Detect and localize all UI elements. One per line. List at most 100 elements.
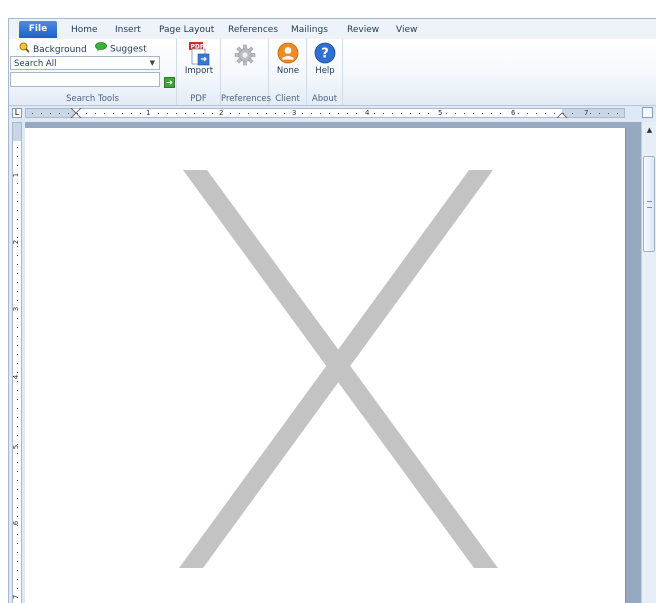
ruler-tick: [17, 453, 18, 454]
ruler-tick: [17, 255, 18, 256]
suggest-button[interactable]: Suggest: [95, 42, 147, 55]
vertical-ruler[interactable]: 1 2 3 4 5 6 7: [12, 122, 22, 603]
scroll-up-icon[interactable]: ▲: [642, 124, 656, 136]
ruler-tick: [374, 113, 375, 114]
ruler-tick: [59, 113, 60, 114]
ruler-tick: [401, 113, 402, 114]
tab-page-layout[interactable]: Page Layout: [159, 23, 214, 37]
import-label: Import: [184, 66, 214, 76]
ribbon-tab-bar: File Home Insert Page Layout References …: [9, 19, 656, 39]
ruler-tick: [302, 113, 303, 114]
chevron-down-icon[interactable]: ▼: [150, 56, 155, 70]
ruler-tick: [545, 113, 546, 114]
preferences-button[interactable]: [232, 44, 258, 66]
ruler-tick: [17, 201, 18, 202]
ruler-tick: [392, 113, 393, 114]
document-area: [25, 122, 641, 603]
ruler-tick: [203, 113, 204, 114]
ruler-tick: [122, 113, 123, 114]
ruler-tick: [518, 113, 519, 114]
ruler-tick: [320, 113, 321, 114]
group-label-client: Client: [275, 94, 300, 104]
indent-marker-icon[interactable]: [70, 108, 82, 118]
group-label-preferences: Preferences: [221, 94, 271, 104]
tab-view[interactable]: View: [396, 23, 417, 37]
ruler-tick: [17, 480, 18, 481]
ruler-tick: [17, 237, 18, 238]
ruler-tick: [428, 113, 429, 114]
vertical-scrollbar[interactable]: ▲: [641, 122, 656, 603]
ruler-tick: [17, 426, 18, 427]
ruler-tick: [17, 147, 18, 148]
tab-review[interactable]: Review: [347, 23, 379, 37]
tab-mailings[interactable]: Mailings: [291, 23, 328, 37]
ruler-tick: [17, 291, 18, 292]
ruler-tick: [536, 113, 537, 114]
vruler-number: 2: [12, 239, 21, 245]
gear-icon: [234, 44, 256, 66]
ruler-tick: [17, 354, 18, 355]
ruler-tick: [17, 363, 18, 364]
help-button[interactable]: ? Help: [310, 42, 340, 76]
ruler-tick: [17, 561, 18, 562]
tab-home[interactable]: Home: [71, 23, 98, 37]
help-label: Help: [315, 66, 335, 76]
tab-file[interactable]: File: [19, 21, 57, 38]
ruler-tick: [17, 399, 18, 400]
ruler-tick: [239, 113, 240, 114]
hruler-number: 3: [292, 109, 297, 117]
ruler-tick: [491, 113, 492, 114]
vruler-top-margin: [13, 123, 21, 141]
search-input[interactable]: [10, 72, 160, 87]
ruler-tick: [329, 113, 330, 114]
word-window: File Home Insert Page Layout References …: [8, 18, 656, 603]
ruler-tick: [338, 113, 339, 114]
ruler-tick: [248, 113, 249, 114]
ruler-tick: [104, 113, 105, 114]
search-scope-select[interactable]: Search All ▼: [10, 56, 160, 70]
ruler-tick: [17, 327, 18, 328]
background-button[interactable]: Background: [19, 42, 87, 55]
ruler-tick: [608, 113, 609, 114]
help-icon: ?: [314, 42, 336, 64]
placeholder-x-icon: [179, 170, 498, 568]
group-preferences: Preferences: [221, 39, 271, 105]
horizontal-ruler[interactable]: 1 2 3 4 5 6 7: [25, 108, 625, 118]
tab-references[interactable]: References: [228, 23, 278, 37]
ruler-tick: [17, 417, 18, 418]
ruler-tick: [17, 570, 18, 571]
arrow-right-icon[interactable]: ➔: [164, 77, 175, 88]
ruler-tick: [32, 113, 33, 114]
hruler-number: 7: [584, 109, 589, 117]
import-button[interactable]: PDF Import: [182, 42, 216, 76]
tab-selector-button[interactable]: L: [12, 108, 22, 118]
ruler-tick: [599, 113, 600, 114]
ruler-tick: [17, 210, 18, 211]
ruler-tick: [68, 113, 69, 114]
ruler-tick: [212, 113, 213, 114]
ruler-tick: [41, 113, 42, 114]
ruler-tick: [113, 113, 114, 114]
ruler-tick: [17, 183, 18, 184]
view-ruler-toggle[interactable]: [642, 107, 653, 118]
ruler-tick: [17, 300, 18, 301]
right-indent-marker-icon[interactable]: [556, 108, 568, 118]
ruler-tick: [563, 113, 564, 114]
ruler-tick: [17, 507, 18, 508]
ruler-tick: [419, 113, 420, 114]
ruler-tick: [17, 264, 18, 265]
ruler-tick: [230, 113, 231, 114]
document-page[interactable]: [25, 128, 625, 603]
ruler-tick: [17, 318, 18, 319]
scrollbar-thumb[interactable]: [643, 156, 655, 252]
tab-insert[interactable]: Insert: [115, 23, 141, 37]
ruler-tick: [572, 113, 573, 114]
grip-icon: [647, 201, 652, 208]
client-none-button[interactable]: None: [272, 42, 304, 76]
ruler-tick: [17, 579, 18, 580]
ruler-tick: [383, 113, 384, 114]
ruler-tick: [17, 165, 18, 166]
ruler-tick: [17, 345, 18, 346]
ruler-tick: [266, 113, 267, 114]
background-label: Background: [33, 45, 87, 55]
